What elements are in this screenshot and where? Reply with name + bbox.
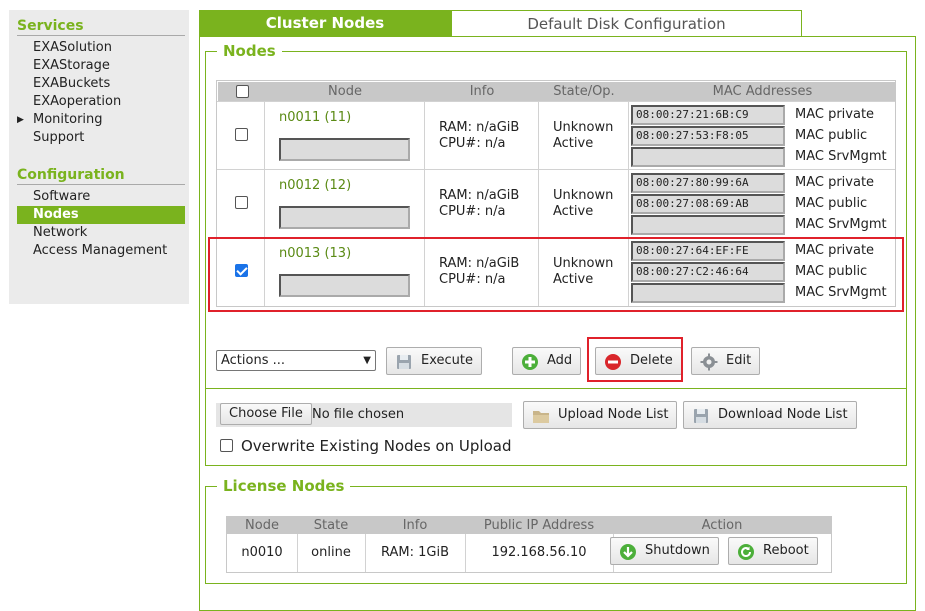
sidebar-item-exabuckets[interactable]: EXABuckets: [33, 75, 110, 93]
upload-node-list-button[interactable]: Upload Node List: [523, 401, 678, 429]
license-node-state: online: [311, 545, 351, 560]
column-header-action: Action: [701, 518, 743, 533]
column-header-node: Node: [245, 518, 279, 533]
node-info: RAM: n/aGiB CPU#: n/a: [439, 120, 520, 151]
sidebar-item-nodes[interactable]: Nodes: [17, 206, 185, 224]
edit-button[interactable]: Edit: [691, 347, 761, 375]
column-header-state: State: [313, 518, 349, 533]
row-checkbox[interactable]: [235, 196, 248, 209]
mac-srvmgmt-field[interactable]: [631, 147, 785, 167]
sidebar-item-support[interactable]: Support: [33, 129, 84, 147]
reboot-button[interactable]: Reboot: [728, 537, 818, 565]
actions-select[interactable]: Actions ... ▼: [216, 350, 376, 371]
mac-public-label: MAC public: [795, 128, 868, 143]
mac-private-field[interactable]: 08:00:27:21:6B:C9: [631, 105, 785, 125]
add-button[interactable]: Add: [512, 347, 582, 375]
mac-private-label: MAC private: [795, 107, 875, 122]
sidebar-item-software[interactable]: Software: [33, 188, 90, 206]
mac-public-field[interactable]: 08:00:27:53:F8:05: [631, 126, 785, 146]
add-icon: [522, 354, 538, 370]
node-info: RAM: n/aGiB CPU#: n/a: [439, 188, 520, 219]
sidebar-configuration-heading: Configuration: [17, 167, 185, 185]
license-node-info: RAM: 1GiB: [380, 545, 449, 560]
node-state: Unknown Active: [553, 188, 614, 219]
mac-srvmgmt-label: MAC SrvMgmt: [795, 217, 887, 232]
overwrite-checkbox[interactable]: [220, 439, 233, 452]
tab-cluster-nodes[interactable]: Cluster Nodes: [199, 10, 451, 36]
mac-private-label: MAC private: [795, 175, 875, 190]
column-header-state: State/Op.: [553, 84, 615, 99]
mac-private-field[interactable]: 08:00:27:80:99:6A: [631, 173, 785, 193]
sidebar: Services EXASolution EXAStorage EXABucke…: [9, 10, 189, 304]
mac-public-label: MAC public: [795, 196, 868, 211]
sidebar-item-access-management[interactable]: Access Management: [33, 242, 167, 260]
node-text-field[interactable]: [279, 206, 410, 229]
sidebar-item-exaoperation[interactable]: EXAoperation: [33, 93, 121, 111]
column-header-ip: Public IP Address: [483, 518, 595, 533]
table-row: n0012 (12) RAM: n/aGiB CPU#: n/a Unknown A…: [217, 169, 895, 238]
sidebar-item-exasolution[interactable]: EXASolution: [33, 39, 112, 57]
download-node-list-button[interactable]: Download Node List: [683, 401, 857, 429]
chevron-down-icon: ▼: [363, 355, 371, 366]
overwrite-label: Overwrite Existing Nodes on Upload: [241, 437, 512, 455]
mac-srvmgmt-field[interactable]: [631, 215, 785, 235]
sidebar-services-heading: Services: [17, 18, 185, 36]
nodes-legend: Nodes: [217, 42, 282, 60]
column-header-info: Info: [469, 84, 495, 99]
refresh-icon: [738, 544, 754, 560]
column-header-mac: MAC Addresses: [712, 84, 813, 99]
gear-icon: [700, 353, 718, 371]
table-row: n0011 (11) RAM: n/aGiB CPU#: n/a Unknown A…: [217, 101, 895, 170]
select-all-checkbox[interactable]: [236, 85, 249, 98]
selected-row-highlight: [208, 237, 904, 312]
node-text-field[interactable]: [279, 138, 410, 161]
tab-default-disk-configuration[interactable]: Default Disk Configuration: [451, 10, 802, 36]
floppy-disk-icon: [397, 355, 411, 369]
node-name[interactable]: n0011 (11): [279, 110, 351, 125]
row-checkbox[interactable]: [235, 128, 248, 141]
shutdown-button[interactable]: Shutdown: [610, 537, 719, 565]
mac-srvmgmt-label: MAC SrvMgmt: [795, 149, 887, 164]
column-header-info: Info: [402, 518, 428, 533]
file-input[interactable]: Choose File No file chosen: [216, 403, 512, 427]
file-status: No file chosen: [312, 407, 405, 422]
delete-button-highlight: [587, 337, 683, 382]
license-nodes-legend: License Nodes: [217, 477, 351, 495]
arrow-down-circle-icon: [620, 544, 636, 560]
column-header-node: Node: [328, 84, 362, 99]
sidebar-item-monitoring[interactable]: Monitoring: [33, 111, 103, 129]
license-node-ip: 192.168.56.10: [491, 545, 587, 560]
expand-arrow-icon[interactable]: ▶: [17, 111, 24, 129]
sidebar-item-network[interactable]: Network: [33, 224, 87, 242]
divider: [205, 388, 907, 389]
folder-icon: [533, 411, 549, 423]
choose-file-button[interactable]: Choose File: [220, 403, 312, 425]
node-state: Unknown Active: [553, 120, 614, 151]
sidebar-item-exastorage[interactable]: EXAStorage: [33, 57, 110, 75]
nodes-table-header: Node Info State/Op. MAC Addresses: [218, 82, 896, 101]
floppy-disk-icon: [694, 409, 708, 423]
execute-button[interactable]: Execute: [386, 347, 482, 375]
license-node-name: n0010: [241, 545, 283, 560]
mac-public-field[interactable]: 08:00:27:08:69:AB: [631, 194, 785, 214]
node-name[interactable]: n0012 (12): [279, 178, 351, 193]
license-table-header: Node State Info Public IP Address Action: [227, 517, 831, 534]
